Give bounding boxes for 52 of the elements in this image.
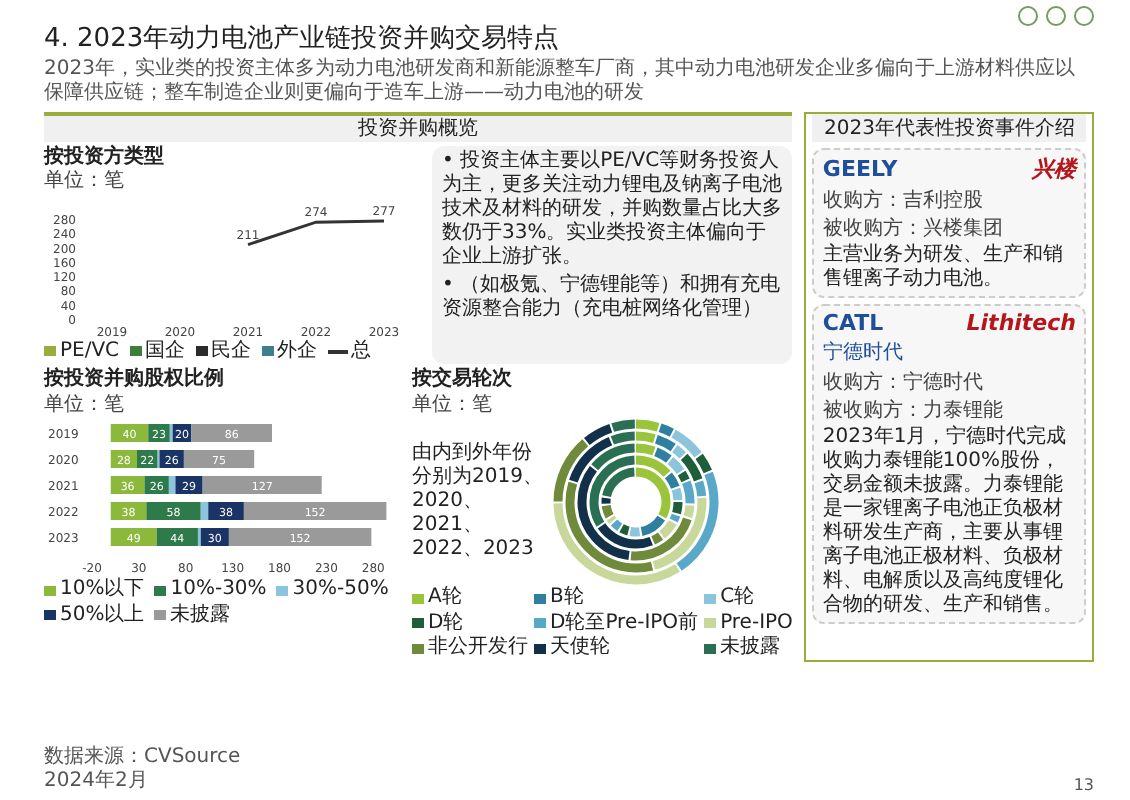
legend-item: A轮 bbox=[412, 586, 528, 612]
company-logo: 兴楼 bbox=[1032, 153, 1076, 184]
legend-item: 民企 bbox=[195, 339, 252, 365]
legend-item: 外企 bbox=[261, 339, 318, 365]
legend-item: 总 bbox=[327, 339, 372, 365]
target-label: 被收购方：力泰锂能 bbox=[822, 397, 1005, 424]
legend-item: 10%-30% bbox=[154, 578, 267, 604]
legend-item: Pre-IPO bbox=[704, 611, 793, 637]
bar-segment bbox=[110, 476, 145, 495]
unit-label: 单位：笔 bbox=[44, 393, 126, 419]
legend-item: 未披露 bbox=[154, 603, 231, 629]
bar-segment bbox=[110, 528, 157, 547]
page-number: 13 bbox=[1073, 776, 1094, 794]
legend-item: 天使轮 bbox=[534, 636, 699, 662]
logo-caption: 宁德时代 bbox=[822, 339, 905, 366]
company-logo: GEELY bbox=[822, 155, 898, 182]
legend-item: B轮 bbox=[534, 586, 699, 612]
chart-title: 按投资并购股权比例 bbox=[44, 368, 226, 393]
circle-icon bbox=[1046, 6, 1066, 26]
unit-label: 单位：笔 bbox=[412, 393, 494, 419]
legend-item: 国企 bbox=[129, 339, 186, 365]
legend-item: 未披露 bbox=[704, 636, 793, 662]
slide-title: 4. 2023年动力电池产业链投资并购交易特点 bbox=[44, 24, 562, 56]
bullet-text: • （如极氪、宁德锂能等）和拥有充电资源整合能力（充电桩网络化管理） bbox=[442, 273, 783, 322]
company-logo: CATL bbox=[822, 309, 884, 336]
event-description: 2023年1月，宁德时代完成收购力泰锂能100%股份，交易金额未披露。力泰锂能是一家锂离子电池正负极材料研发生产商，主要从事锂离子电池正极材料、负极材料、电解质以及高纯度锂化合物的研发、生产和销售。 bbox=[822, 425, 1069, 618]
company-logo: Lithitech bbox=[966, 309, 1076, 336]
legend-item: 非公开发行 bbox=[412, 636, 528, 662]
legend-item: C轮 bbox=[704, 586, 793, 612]
acquirer-label: 收购方：宁德时代 bbox=[822, 369, 985, 396]
event-description: 主营业务为研发、生产和销售锂离子动力电池。 bbox=[822, 243, 1065, 292]
bar-segment bbox=[110, 450, 137, 469]
panel-header: 2023年代表性投资事件介绍 bbox=[812, 113, 1086, 142]
circle-icon bbox=[1018, 6, 1038, 26]
slide-subtitle: 2023年，实业类的投资主体多为动力电池研发商和新能源整车厂商，其中动力电池研发企业多偏向于上游材料供应以保障供应链；整车制造企业则更偏向于造车上游——动力电池的研发 bbox=[44, 57, 1077, 106]
target-label: 被收购方：兴楼集团 bbox=[822, 215, 1005, 242]
legend-item: 50%以上 bbox=[44, 603, 145, 629]
legend-item: D轮至Pre-IPO前 bbox=[534, 611, 699, 637]
acquirer-label: 收购方：吉利控股 bbox=[822, 187, 985, 214]
circle-icon bbox=[1074, 6, 1094, 26]
bullet-text: • 投资主体主要以PE/VC等财务投资人为主，更多关注动力锂电及钠离子电池技术及材料的研发，并购数量占比大多数仍于33%。实业类投资主体偏向于企业上游扩张。 bbox=[442, 149, 783, 270]
date-note: 2024年2月 bbox=[44, 770, 150, 794]
chart-title: 按交易轮次 bbox=[412, 368, 514, 393]
legend-item: 10%以下 bbox=[44, 578, 145, 604]
legend-item: D轮 bbox=[412, 611, 528, 637]
chart-title: 按投资方类型 bbox=[44, 145, 166, 169]
panel-header: 投资并购概览 bbox=[44, 115, 793, 142]
chart-note: 由内到外年份分别为2019、2020、2021、2022、2023 bbox=[412, 442, 544, 563]
source-note: 数据来源：CVSource bbox=[44, 746, 241, 770]
legend-item: 30%-50% bbox=[276, 578, 389, 604]
unit-label: 单位：笔 bbox=[44, 170, 126, 196]
legend-item: PE/VC bbox=[44, 339, 120, 365]
